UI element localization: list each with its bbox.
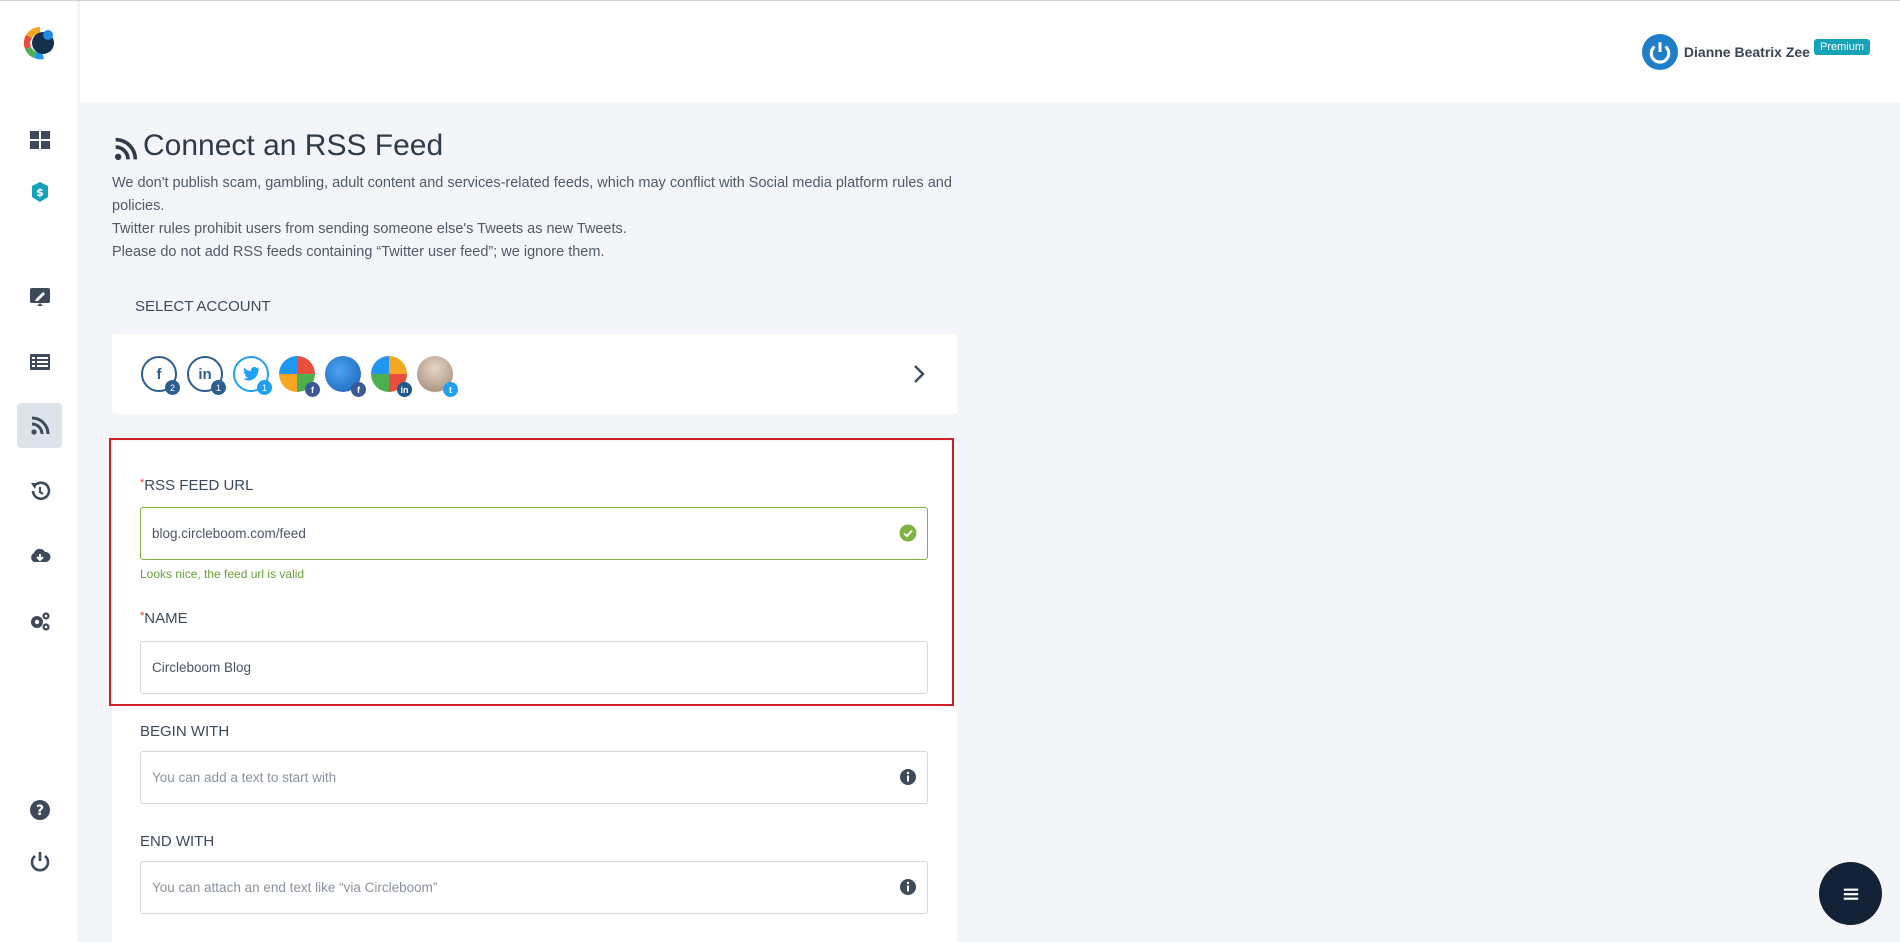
- account-facebook[interactable]: f 2: [141, 356, 180, 395]
- begin-with-input[interactable]: [152, 770, 916, 785]
- history-icon: [30, 480, 50, 500]
- description-line: Twitter rules prohibit users from sendin…: [112, 221, 627, 237]
- twitter-icon: [243, 367, 260, 381]
- user-menu[interactable]: Dianne Beatrix Zee Premium: [1641, 34, 1870, 70]
- check-circle-icon: [899, 524, 917, 542]
- info-icon[interactable]: [899, 768, 917, 786]
- facebook-icon: f: [351, 382, 366, 397]
- end-with-label: END WITH: [140, 833, 215, 850]
- rss-url-label-text: RSS FEED URL: [144, 477, 254, 494]
- account-facebook-page-avatar[interactable]: f: [325, 356, 366, 397]
- account-linkedin-page-avatar[interactable]: in: [371, 356, 412, 397]
- question-icon: ?: [29, 799, 50, 820]
- sidebar-item-rss[interactable]: [17, 403, 62, 448]
- circleboom-logo[interactable]: [20, 23, 60, 63]
- rss-url-input[interactable]: [152, 526, 916, 541]
- sidebar-item-queue[interactable]: [17, 339, 62, 384]
- account-count: 1: [211, 380, 226, 395]
- rss-icon: [30, 416, 49, 435]
- top-header: Dianne Beatrix Zee Premium: [80, 1, 1900, 102]
- dollar-icon: $: [31, 181, 48, 202]
- account-selector[interactable]: f 2 in 1 1 f f in t: [112, 334, 957, 414]
- sidebar: $ ?: [0, 1, 79, 942]
- begin-with-field[interactable]: [140, 751, 928, 804]
- select-account-label: SELECT ACCOUNT: [135, 298, 271, 315]
- page-title-text: Connect an RSS Feed: [143, 128, 444, 162]
- user-name[interactable]: Dianne Beatrix Zee: [1684, 44, 1810, 60]
- page-description: We don't publish scam, gambling, adult c…: [112, 172, 952, 264]
- svg-text:$: $: [36, 186, 44, 199]
- name-label-text: NAME: [144, 610, 188, 627]
- rss-form: *RSS FEED URL Looks nice, the feed url i…: [112, 442, 957, 942]
- user-avatar[interactable]: [1641, 34, 1678, 70]
- page-title: Connect an RSS Feed: [112, 128, 443, 163]
- gears-icon: [30, 611, 50, 631]
- rss-icon: [114, 137, 138, 161]
- linkedin-icon: in: [198, 365, 212, 383]
- edit-icon: [29, 287, 50, 306]
- name-field[interactable]: [140, 641, 928, 694]
- name-input[interactable]: [152, 660, 916, 675]
- account-twitter-user-avatar[interactable]: t: [417, 356, 458, 397]
- facebook-icon: f: [305, 382, 320, 397]
- sidebar-item-dashboard[interactable]: [17, 117, 62, 162]
- name-label: *NAME: [140, 610, 188, 627]
- menu-fab-button[interactable]: [1819, 862, 1882, 925]
- end-with-field[interactable]: [140, 861, 928, 914]
- sidebar-item-create-post[interactable]: [17, 274, 62, 319]
- premium-badge: Premium: [1813, 39, 1870, 55]
- description-line: We don't publish scam, gambling, adult c…: [112, 175, 952, 214]
- account-facebook-page-avatar[interactable]: f: [279, 356, 320, 397]
- sidebar-item-help[interactable]: ?: [17, 787, 62, 832]
- list-icon: [29, 353, 50, 370]
- hamburger-icon: [1843, 888, 1858, 900]
- rss-url-field[interactable]: [140, 507, 928, 560]
- begin-with-label: BEGIN WITH: [140, 723, 230, 740]
- sidebar-item-download[interactable]: [17, 533, 62, 578]
- account-twitter[interactable]: 1: [233, 356, 272, 395]
- sidebar-item-history[interactable]: [17, 468, 62, 513]
- facebook-icon: f: [156, 365, 162, 383]
- sidebar-item-logout[interactable]: [17, 838, 62, 883]
- chevron-right-icon[interactable]: [907, 362, 931, 386]
- power-icon: [30, 851, 49, 871]
- rss-url-valid-hint: Looks nice, the feed url is valid: [140, 567, 305, 581]
- rss-url-label: *RSS FEED URL: [140, 477, 253, 494]
- twitter-icon: t: [443, 382, 458, 397]
- description-line: Please do not add RSS feeds containing “…: [112, 244, 605, 260]
- grid-icon: [29, 130, 50, 149]
- account-count: 2: [165, 380, 180, 395]
- svg-text:?: ?: [35, 803, 43, 819]
- account-count: 1: [257, 380, 272, 395]
- info-icon[interactable]: [899, 878, 917, 896]
- power-icon: [1649, 42, 1671, 64]
- cloud-download-icon: [30, 548, 51, 562]
- account-linkedin[interactable]: in 1: [187, 356, 226, 395]
- linkedin-icon: in: [397, 382, 412, 397]
- end-with-input[interactable]: [152, 880, 916, 895]
- sidebar-item-settings[interactable]: [17, 598, 62, 643]
- sidebar-item-pricing[interactable]: $: [17, 169, 62, 214]
